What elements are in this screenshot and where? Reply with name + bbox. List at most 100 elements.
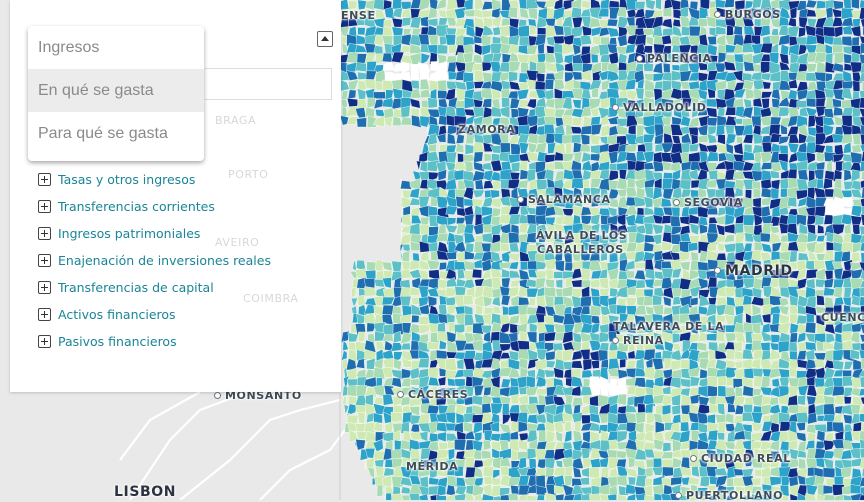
municipality-cell[interactable] xyxy=(769,476,782,486)
municipality-cell[interactable] xyxy=(474,179,484,190)
municipality-cell[interactable] xyxy=(391,493,403,500)
municipality-cell[interactable] xyxy=(717,376,727,388)
municipality-cell[interactable] xyxy=(708,170,719,180)
municipality-cell[interactable] xyxy=(616,162,629,171)
expand-icon[interactable] xyxy=(38,281,51,294)
municipality-cell[interactable] xyxy=(679,378,692,388)
municipality-cell[interactable] xyxy=(456,358,465,370)
municipality-cell[interactable] xyxy=(580,268,591,282)
municipality-cell[interactable] xyxy=(724,286,737,298)
municipality-cell[interactable] xyxy=(822,467,836,479)
municipality-cell[interactable] xyxy=(520,261,529,271)
municipality-cell[interactable] xyxy=(814,205,826,217)
municipality-cell[interactable] xyxy=(762,81,772,90)
municipality-cell[interactable] xyxy=(734,61,744,73)
municipality-cell[interactable] xyxy=(555,493,565,500)
municipality-cell[interactable] xyxy=(571,279,584,288)
municipality-cell[interactable] xyxy=(482,162,493,171)
municipality-cell[interactable] xyxy=(465,242,475,253)
municipality-cell[interactable] xyxy=(662,7,673,17)
municipality-cell[interactable] xyxy=(643,295,655,307)
municipality-cell[interactable] xyxy=(779,421,791,432)
municipality-cell[interactable] xyxy=(689,297,699,307)
municipality-cell[interactable] xyxy=(391,79,404,90)
municipality-cell[interactable] xyxy=(491,477,501,486)
municipality-cell[interactable] xyxy=(358,331,366,343)
municipality-cell[interactable] xyxy=(419,69,430,81)
expand-icon[interactable] xyxy=(38,227,51,240)
municipality-cell[interactable] xyxy=(553,466,566,477)
municipality-cell[interactable] xyxy=(390,411,404,423)
view-select-menu[interactable]: Ingresos En qué se gasta Para qué se gas… xyxy=(28,26,204,161)
tree-item[interactable]: Enajenación de inversiones reales xyxy=(38,247,271,274)
municipality-cell[interactable] xyxy=(824,270,834,281)
municipality-cell[interactable] xyxy=(410,71,420,82)
municipality-cell[interactable] xyxy=(501,403,510,417)
municipality-cell[interactable] xyxy=(590,213,601,226)
municipality-cell[interactable] xyxy=(420,216,430,226)
municipality-cell[interactable] xyxy=(662,231,673,244)
municipality-cell[interactable] xyxy=(598,349,608,362)
municipality-cell[interactable] xyxy=(770,187,780,200)
municipality-cell[interactable] xyxy=(507,231,521,244)
municipality-cell[interactable] xyxy=(733,25,743,37)
municipality-cell[interactable] xyxy=(663,307,674,315)
municipality-cell[interactable] xyxy=(859,97,864,109)
municipality-cell[interactable] xyxy=(672,296,681,306)
municipality-cell[interactable] xyxy=(410,80,420,90)
municipality-cell[interactable] xyxy=(842,440,853,450)
municipality-cell[interactable] xyxy=(619,358,627,368)
municipality-cell[interactable] xyxy=(752,187,761,199)
municipality-cell[interactable] xyxy=(628,476,637,486)
municipality-cell[interactable] xyxy=(365,393,374,406)
municipality-cell[interactable] xyxy=(843,286,852,299)
municipality-cell[interactable] xyxy=(851,0,860,10)
municipality-cell[interactable] xyxy=(636,207,645,216)
municipality-cell[interactable] xyxy=(825,6,834,19)
municipality-cell[interactable] xyxy=(427,143,437,153)
municipality-cell[interactable] xyxy=(670,35,681,47)
municipality-cell[interactable] xyxy=(616,475,628,487)
municipality-cell[interactable] xyxy=(852,133,862,146)
municipality-cell[interactable] xyxy=(841,241,854,253)
municipality-cell[interactable] xyxy=(474,69,484,84)
municipality-cell[interactable] xyxy=(482,71,493,83)
municipality-cell[interactable] xyxy=(734,404,744,415)
municipality-cell[interactable] xyxy=(662,27,674,36)
municipality-cell[interactable] xyxy=(680,421,690,432)
municipality-cell[interactable] xyxy=(672,343,682,351)
municipality-cell[interactable] xyxy=(752,97,763,108)
municipality-cell[interactable] xyxy=(544,395,555,406)
municipality-cell[interactable] xyxy=(437,79,447,92)
municipality-cell[interactable] xyxy=(670,215,681,228)
tree-item-label[interactable]: Enajenación de inversiones reales xyxy=(58,253,271,268)
municipality-cell[interactable] xyxy=(842,25,853,35)
municipality-cell[interactable] xyxy=(572,142,582,153)
municipality-cell[interactable] xyxy=(742,214,756,226)
municipality-cell[interactable] xyxy=(581,0,592,9)
municipality-cell[interactable] xyxy=(517,340,530,350)
municipality-cell[interactable] xyxy=(347,89,357,100)
municipality-cell[interactable] xyxy=(699,476,710,488)
municipality-cell[interactable] xyxy=(382,52,394,63)
municipality-cell[interactable] xyxy=(626,270,635,279)
municipality-cell[interactable] xyxy=(851,36,860,47)
municipality-cell[interactable] xyxy=(725,106,736,116)
municipality-cell[interactable] xyxy=(580,143,591,153)
municipality-cell[interactable] xyxy=(510,393,520,405)
municipality-cell[interactable] xyxy=(635,279,646,289)
municipality-cell[interactable] xyxy=(807,412,818,425)
municipality-cell[interactable] xyxy=(796,213,807,226)
municipality-cell[interactable] xyxy=(617,298,627,306)
municipality-cell[interactable] xyxy=(582,358,593,371)
municipality-cell[interactable] xyxy=(528,458,537,470)
collapse-panel-button[interactable] xyxy=(317,31,333,47)
municipality-cell[interactable] xyxy=(580,125,593,135)
municipality-cell[interactable] xyxy=(822,484,834,495)
municipality-cell[interactable] xyxy=(527,133,539,145)
municipality-cell[interactable] xyxy=(543,369,556,378)
municipality-cell[interactable] xyxy=(859,296,864,307)
municipality-cell[interactable] xyxy=(419,115,431,128)
municipality-cell[interactable] xyxy=(688,242,699,252)
municipality-cell[interactable] xyxy=(364,431,377,443)
